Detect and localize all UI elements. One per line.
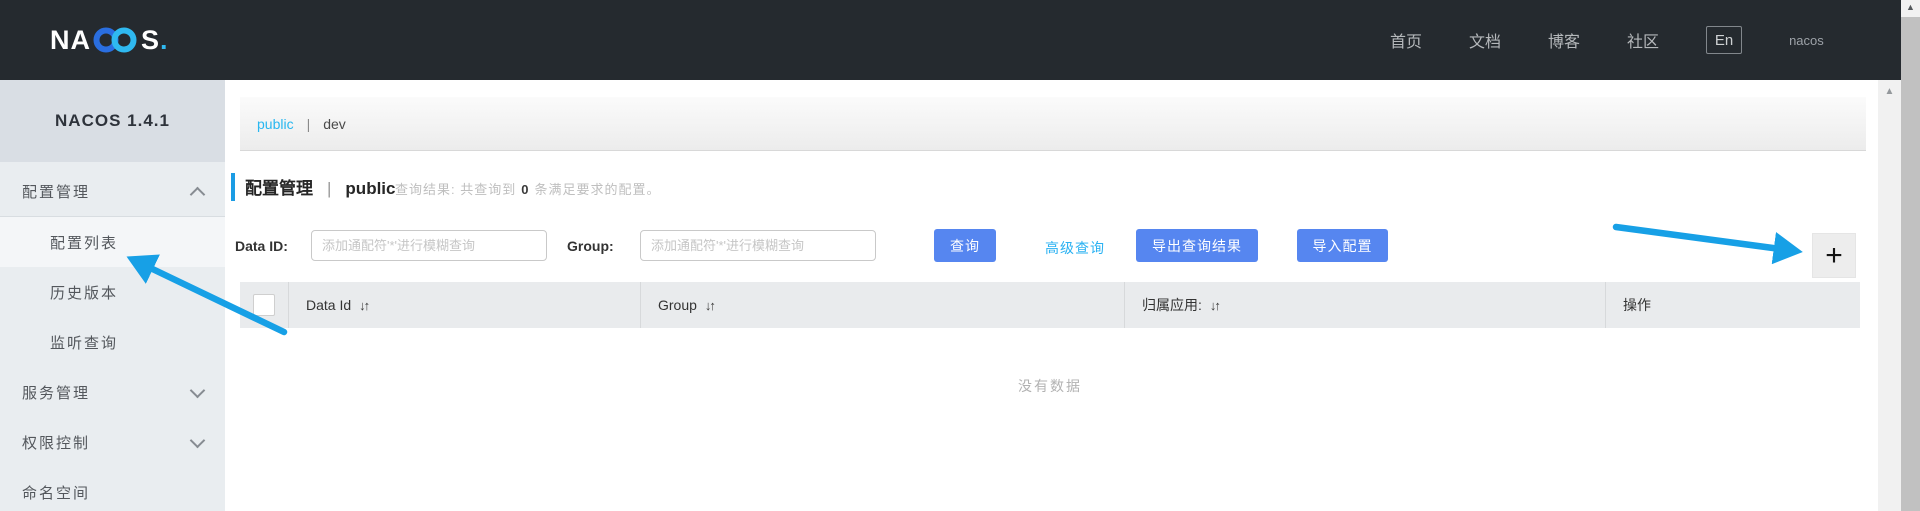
sort-icon[interactable]: ↓↑ [705, 298, 716, 313]
sidebar-item-label: 配置列表 [50, 234, 119, 252]
data-id-label: Data ID: [235, 238, 288, 254]
result-prefix: 查询结果: 共查询到 [395, 182, 517, 197]
version-label: NACOS 1.4.1 [55, 111, 170, 130]
title-separator: | [327, 179, 332, 198]
data-id-input[interactable] [311, 230, 547, 261]
logo-dot: . [160, 24, 168, 55]
sidebar-item-label: 权限控制 [22, 434, 91, 452]
infinity-logo-icon [93, 27, 137, 53]
column-label: Data Id [306, 297, 352, 313]
nacos-console-page: NA S . 首页 文档 博客 社区 En nacos NACOS 1.4.1 … [0, 0, 1920, 511]
nacos-logo[interactable]: NA S . [50, 0, 168, 80]
column-label: Group [658, 297, 697, 313]
export-results-button[interactable]: 导出查询结果 [1136, 229, 1258, 262]
logo-text-right: S [141, 24, 161, 55]
sidebar-item-label: 历史版本 [50, 284, 119, 302]
empty-table-message: 没有数据 [1018, 378, 1082, 394]
scroll-up-icon[interactable]: ▲ [1901, 2, 1920, 12]
chevron-down-icon [189, 432, 206, 448]
logo-text-left: NA [50, 24, 91, 55]
nav-item-home[interactable]: 首页 [1390, 28, 1422, 52]
sidebar: NACOS 1.4.1 配置管理 配置列表 历史版本 监听查询 服务管理 权限控… [0, 80, 225, 511]
group-input[interactable] [640, 230, 876, 261]
page-title-text: 配置管理 [245, 179, 313, 198]
breadcrumb: public | dev [240, 97, 1866, 151]
sidebar-version-header: NACOS 1.4.1 [0, 80, 225, 162]
sidebar-item-service-management[interactable]: 服务管理 [0, 367, 225, 417]
top-header-bar: NA S . 首页 文档 博客 社区 En nacos [0, 0, 1901, 80]
window-scrollbar-thumb[interactable] [1901, 17, 1920, 511]
top-navigation: 首页 文档 博客 社区 En nacos [1390, 0, 1824, 80]
sidebar-item-permission-control[interactable]: 权限控制 [0, 417, 225, 467]
sidebar-item-config-list[interactable]: 配置列表 [0, 217, 225, 267]
nav-item-community[interactable]: 社区 [1627, 28, 1659, 52]
sidebar-item-label: 监听查询 [50, 334, 119, 352]
breadcrumb-separator: | [306, 115, 311, 132]
sidebar-item-config-management[interactable]: 配置管理 [0, 166, 225, 217]
config-table-header: Data Id ↓↑ Group ↓↑ 归属应用: ↓↑ 操作 [240, 282, 1860, 328]
sidebar-item-label: 服务管理 [22, 384, 91, 402]
column-header-group[interactable]: Group ↓↑ [640, 282, 1124, 328]
scroll-up-icon[interactable]: ▲ [1878, 86, 1901, 97]
sidebar-item-listener-query[interactable]: 监听查询 [0, 317, 225, 367]
query-result-summary: 查询结果: 共查询到 0 条满足要求的配置。 [395, 179, 660, 198]
language-toggle-button[interactable]: En [1706, 26, 1743, 54]
select-all-checkbox[interactable] [253, 294, 275, 316]
sidebar-item-label: 配置管理 [22, 183, 91, 201]
column-label: 归属应用: [1142, 297, 1202, 313]
window-scrollbar-track[interactable]: ▲ [1901, 0, 1920, 511]
page-title: 配置管理 | public [245, 174, 395, 199]
chevron-up-icon [189, 186, 206, 202]
column-header-actions: 操作 [1605, 282, 1860, 328]
breadcrumb-env-link[interactable]: dev [323, 116, 346, 132]
group-label: Group: [567, 238, 614, 254]
title-namespace: public [345, 179, 396, 198]
sidebar-menu: 配置管理 配置列表 历史版本 监听查询 服务管理 权限控制 命名空间 [0, 166, 225, 511]
logged-in-user[interactable]: nacos [1789, 33, 1824, 48]
sort-icon[interactable]: ↓↑ [1210, 298, 1221, 313]
advanced-query-link[interactable]: 高级查询 [1045, 238, 1105, 258]
column-header-data-id[interactable]: Data Id ↓↑ [288, 282, 640, 328]
import-config-button[interactable]: 导入配置 [1297, 229, 1388, 262]
arrow-to-add-button [1612, 223, 1803, 265]
sidebar-item-namespace[interactable]: 命名空间 [0, 467, 225, 511]
nav-item-blog[interactable]: 博客 [1548, 28, 1580, 52]
breadcrumb-namespace-link[interactable]: public [257, 116, 294, 132]
plus-icon: + [1825, 238, 1843, 272]
column-label: 操作 [1623, 297, 1651, 313]
nav-item-docs[interactable]: 文档 [1469, 28, 1501, 52]
select-all-cell [240, 282, 288, 328]
sort-icon[interactable]: ↓↑ [359, 298, 370, 313]
add-config-button[interactable]: + [1812, 233, 1856, 278]
search-button[interactable]: 查询 [934, 229, 996, 262]
result-suffix: 条满足要求的配置。 [534, 182, 661, 197]
title-accent-bar [231, 173, 235, 201]
content-scrollbar-track[interactable]: ▲ [1878, 80, 1901, 511]
sidebar-item-label: 命名空间 [22, 484, 91, 502]
chevron-down-icon [189, 382, 206, 398]
sidebar-item-history-versions[interactable]: 历史版本 [0, 267, 225, 317]
result-count: 0 [521, 182, 530, 197]
column-header-application[interactable]: 归属应用: ↓↑ [1124, 282, 1605, 328]
